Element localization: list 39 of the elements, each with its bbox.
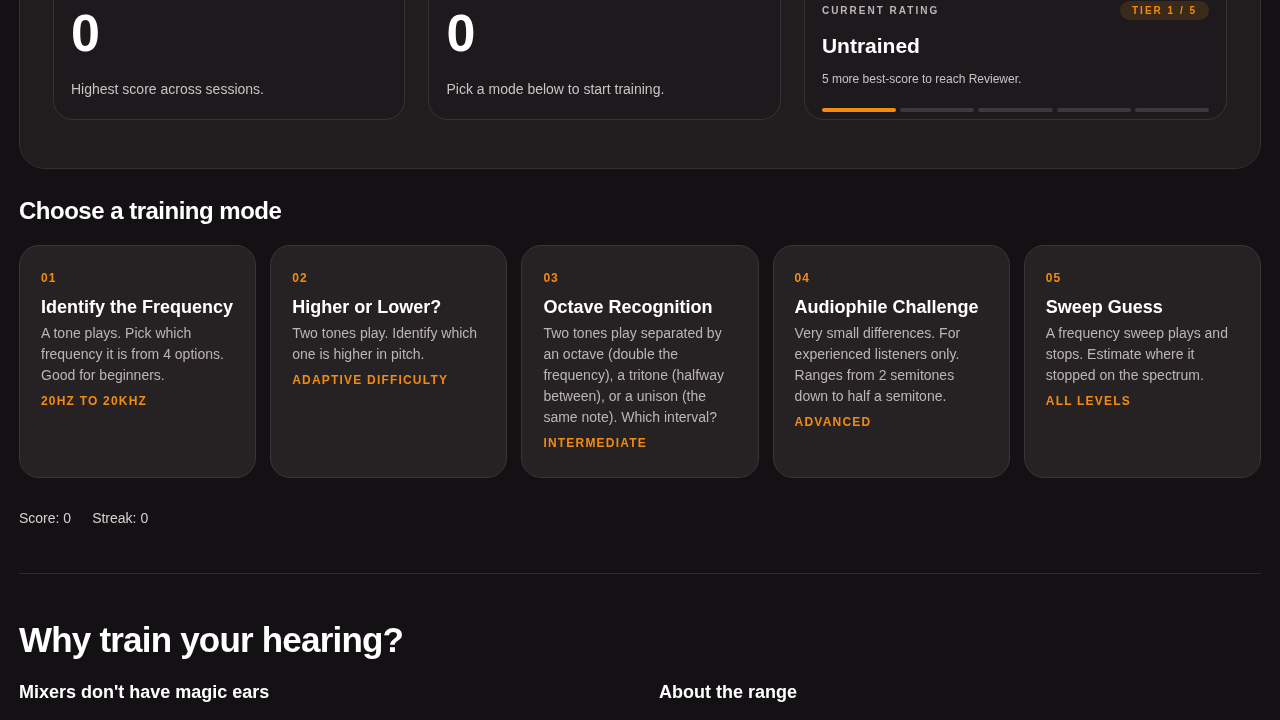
mode-number: 01: [41, 270, 58, 287]
column-heading: Mixers don't have magic ears: [19, 680, 271, 704]
streak-text: Streak: 0: [92, 509, 149, 528]
section-heading: Choose a training mode: [19, 196, 283, 226]
mode-description: A tone plays. Pick which frequency it is from 4 options. Good for beginners.: [41, 324, 225, 385]
mode-card[interactable]: 04 Audiophile Challenge Very small differences. For experienced listeners only. Ranges from 2 semitones down to half a semitone. ADVANCED: [772, 245, 1010, 478]
tier-badge: TIER 1 / 5: [1120, 1, 1209, 20]
mode-tag: ADVANCED: [794, 413, 988, 431]
mode-card[interactable]: 05 Sweep Guess A frequency sweep plays and stops. Estimate where it stopped on the spectrum. ALL LEVELS: [1023, 245, 1261, 478]
mode-number: 05: [1045, 270, 1063, 287]
stat-caption: Highest score across sessions.: [71, 80, 265, 99]
mode-description: Two tones play separated by an octave (double the frequency), a tritone (halfway between), or a unison (the same note). Which interval?: [543, 324, 725, 427]
mode-tag: ADAPTIVE DIFFICULTY: [292, 371, 486, 389]
mode-card[interactable]: 02 Higher or Lower? Two tones play. Identify which one is higher in pitch. ADAPTIVE DIFFICULTY: [270, 245, 508, 478]
rating-caption: 5 more best-score to reach Reviewer.: [821, 70, 1023, 88]
mode-title: Higher or Lower?: [292, 296, 443, 319]
mode-description: A frequency sweep plays and stops. Estimate where it stopped on the spectrum.: [1045, 324, 1229, 385]
mode-number: 04: [794, 270, 811, 287]
mode-description: Two tones play. Identify which one is higher in pitch.: [292, 324, 479, 364]
column-heading: About the range: [659, 680, 798, 704]
stat-value: 0: [71, 7, 101, 59]
mode-card[interactable]: 01 Identify the Frequency A tone plays. Pick which frequency it is from 4 options. Good for beginners. 20HZ TO 20KHZ: [19, 245, 257, 478]
stat-caption: Pick a mode below to start training.: [446, 80, 666, 99]
mode-title: Sweep Guess: [1045, 296, 1164, 319]
stat-value: 0: [446, 7, 477, 59]
mode-description: Very small differences. For experienced listeners only. Ranges from 2 semitones down to half a semitone.: [794, 324, 962, 406]
score-text: Score: 0: [19, 509, 72, 528]
mode-tag: INTERMEDIATE: [543, 434, 737, 452]
section-heading: Why train your hearing?: [19, 619, 405, 661]
mode-tag: ALL LEVELS: [1045, 392, 1239, 410]
mode-title: Identify the Frequency: [41, 296, 235, 319]
rating-title: Untrained: [821, 33, 921, 59]
mode-tag: 20HZ TO 20KHZ: [41, 392, 235, 410]
mode-title: Octave Recognition: [543, 296, 714, 319]
mode-number: 02: [292, 270, 309, 287]
mode-card[interactable]: 03 Octave Recognition Two tones play separated by an octave (double the frequency), a tritone (halfway between), or a unison (the same note). Which interval? INTERMEDIATE: [521, 245, 759, 478]
mode-number: 03: [543, 270, 560, 287]
mode-title: Audiophile Challenge: [794, 296, 980, 319]
rating-label: CURRENT RATING: [821, 4, 940, 18]
